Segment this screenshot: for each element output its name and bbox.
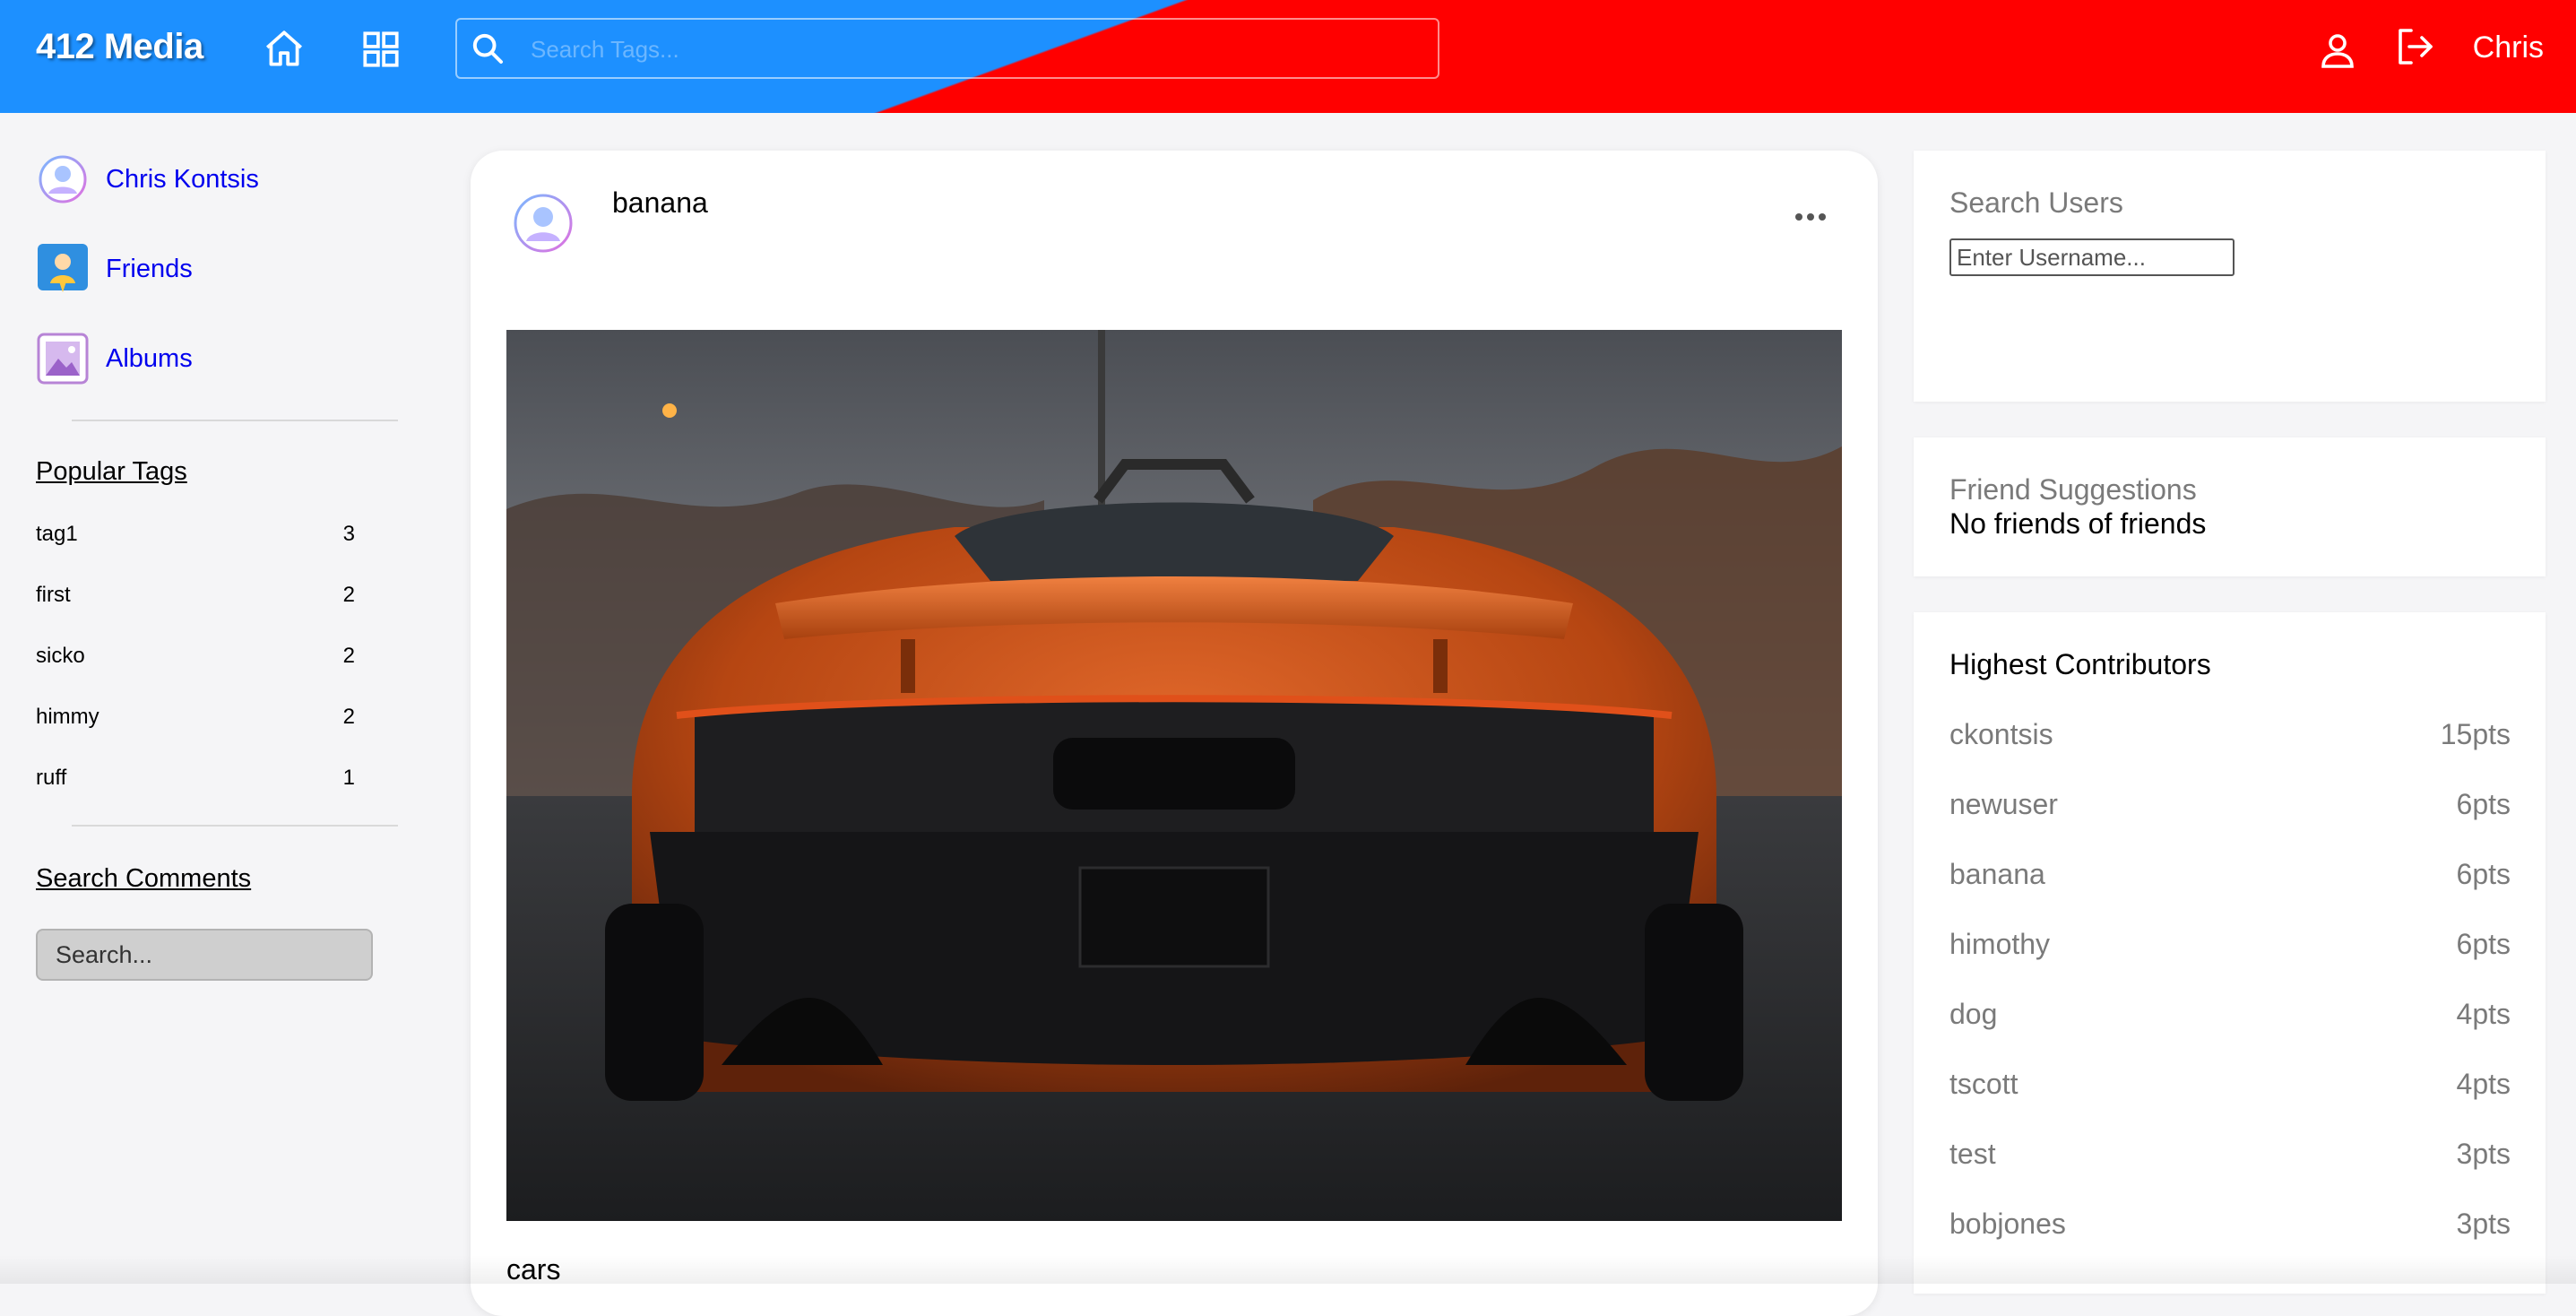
- contributor-points: 4pts: [2456, 998, 2511, 1030]
- tag-name: tag1: [36, 522, 78, 546]
- search-users-panel: Search Users: [1914, 151, 2546, 402]
- grid-icon[interactable]: [359, 27, 403, 72]
- tag-name: first: [36, 583, 71, 607]
- sidebar-link-label: Chris Kontsis: [106, 164, 259, 194]
- username-search-input[interactable]: [1949, 238, 2235, 276]
- friend-suggestions-panel: Friend Suggestions No friends of friends: [1914, 437, 2546, 576]
- tag-item[interactable]: first 2: [36, 577, 355, 613]
- sidebar-divider: [72, 420, 398, 421]
- sidebar-link-albums[interactable]: Albums: [36, 332, 193, 385]
- contributor-row[interactable]: tscott 4pts: [1949, 1068, 2511, 1101]
- tag-name: ruff: [36, 766, 67, 790]
- friends-icon: [38, 244, 88, 292]
- tag-item[interactable]: sicko 2: [36, 638, 355, 674]
- contributor-points: 6pts: [2456, 928, 2511, 960]
- search-comments-title[interactable]: Search Comments: [36, 864, 251, 894]
- tag-name: sicko: [36, 644, 85, 668]
- tag-item[interactable]: himmy 2: [36, 699, 355, 735]
- contributor-row[interactable]: banana 6pts: [1949, 858, 2511, 891]
- albums-icon: [37, 333, 89, 385]
- tag-search-input[interactable]: [529, 20, 1411, 79]
- sidebar-link-label: Albums: [106, 343, 193, 373]
- tag-count: 2: [342, 583, 355, 607]
- tag-count: 3: [342, 522, 355, 546]
- tag-count: 2: [342, 705, 355, 729]
- contributor-name: dog: [1949, 998, 1998, 1030]
- contributor-row[interactable]: himothy 6pts: [1949, 928, 2511, 961]
- post-card: banana cars: [471, 151, 1878, 1316]
- highest-contributors-panel: Highest Contributors ckontsis 15pts newu…: [1914, 612, 2546, 1294]
- contributor-name: tscott: [1949, 1068, 2018, 1100]
- contributor-row[interactable]: bobjones 3pts: [1949, 1208, 2511, 1241]
- sidebar-link-profile[interactable]: Chris Kontsis: [36, 152, 259, 206]
- contributor-row[interactable]: dog 4pts: [1949, 998, 2511, 1031]
- user-avatar-icon: [39, 155, 87, 203]
- contributor-name: bobjones: [1949, 1208, 2066, 1240]
- search-comments-input[interactable]: [36, 929, 373, 981]
- contributor-name: test: [1949, 1138, 1996, 1170]
- contributor-points: 3pts: [2456, 1138, 2511, 1170]
- contributor-name: banana: [1949, 858, 2045, 890]
- search-icon: [472, 33, 503, 64]
- tag-item[interactable]: ruff 1: [36, 760, 355, 796]
- tag-name: himmy: [36, 705, 99, 729]
- post-image[interactable]: [506, 330, 1842, 1221]
- tag-count: 2: [342, 644, 355, 668]
- contributor-points: 6pts: [2456, 788, 2511, 820]
- tag-item[interactable]: tag1 3: [36, 516, 355, 552]
- contributor-name: himothy: [1949, 928, 2051, 960]
- contributor-points: 6pts: [2456, 858, 2511, 890]
- contributor-row[interactable]: test 3pts: [1949, 1138, 2511, 1171]
- contributor-row[interactable]: newuser 6pts: [1949, 788, 2511, 821]
- friend-suggestions-title: Friend Suggestions: [1949, 473, 2197, 506]
- sidebar-divider: [72, 825, 398, 827]
- post-author-name[interactable]: banana: [612, 186, 708, 220]
- contributor-points: 3pts: [2456, 1208, 2511, 1240]
- contributor-name: newuser: [1949, 788, 2058, 820]
- logout-icon[interactable]: [2393, 25, 2436, 68]
- profile-icon[interactable]: [2316, 29, 2359, 72]
- contributor-points: 15pts: [2440, 718, 2511, 750]
- tag-search-box[interactable]: [455, 18, 1439, 79]
- sidebar-link-label: Friends: [106, 254, 193, 283]
- more-options-icon[interactable]: [1788, 206, 1833, 228]
- post-caption: cars: [506, 1253, 561, 1286]
- sports-car-photo: [506, 330, 1842, 1221]
- home-icon[interactable]: [262, 27, 307, 72]
- contributor-points: 4pts: [2456, 1068, 2511, 1100]
- brand-logo[interactable]: 412 Media: [36, 27, 203, 67]
- post-author-avatar-icon[interactable]: [512, 192, 575, 255]
- contributors-title: Highest Contributors: [1949, 648, 2211, 680]
- friend-suggestions-empty: No friends of friends: [1949, 507, 2207, 540]
- current-user-name[interactable]: Chris: [2473, 30, 2544, 65]
- sidebar-link-friends[interactable]: Friends: [36, 242, 193, 296]
- contributor-name: ckontsis: [1949, 718, 2053, 750]
- search-users-title: Search Users: [1949, 186, 2123, 219]
- contributor-row[interactable]: ckontsis 15pts: [1949, 718, 2511, 751]
- popular-tags-title[interactable]: Popular Tags: [36, 457, 187, 487]
- tag-count: 1: [342, 766, 355, 790]
- top-nav-bar: 412 Media Chris: [0, 0, 2576, 113]
